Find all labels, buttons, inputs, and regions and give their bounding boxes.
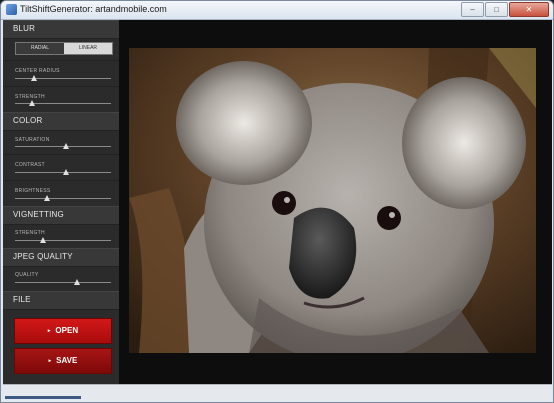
app-window: TiltShiftGenerator: artandmobile.com – □… [0, 0, 554, 403]
settings-panel: BLUR RADIAL LINEAR CENTER RADIUS STRENGT… [3, 20, 120, 384]
quality-slider[interactable] [15, 279, 111, 286]
koala-right-ear [402, 77, 526, 209]
section-blur-title: BLUR [13, 24, 36, 33]
window-title: TiltShiftGenerator: artandmobile.com [20, 4, 167, 14]
status-indicator [5, 396, 81, 399]
koala-photo [129, 48, 536, 353]
section-file: FILE [3, 291, 119, 310]
status-bar [3, 384, 552, 401]
center-radius-slider[interactable] [15, 75, 111, 82]
save-button-label: SAVE [56, 356, 78, 365]
vignetting-strength-label: STRENGTH [15, 230, 45, 236]
section-jpeg-quality-title: JPEG QUALITY [13, 252, 73, 261]
slider-track [15, 198, 111, 199]
preview-area [119, 20, 552, 384]
section-color-title: COLOR [13, 116, 43, 125]
open-button[interactable]: ▸ OPEN [14, 318, 112, 344]
koala-right-eye [377, 206, 401, 230]
koala-left-eye [272, 191, 296, 215]
save-button[interactable]: ▸ SAVE [14, 348, 112, 374]
section-color: COLOR [3, 112, 119, 131]
eye-highlight [284, 197, 290, 203]
divider [3, 154, 119, 155]
quality-label: QUALITY [15, 272, 39, 278]
window-controls: – □ ✕ [460, 2, 549, 17]
arrow-right-icon: ▸ [47, 328, 51, 334]
title-bar[interactable]: TiltShiftGenerator: artandmobile.com – □… [1, 1, 553, 20]
slider-thumb[interactable] [62, 169, 69, 175]
slider-thumb[interactable] [74, 279, 81, 285]
close-button[interactable]: ✕ [509, 2, 549, 17]
maximize-button[interactable]: □ [485, 2, 508, 17]
section-vignetting: VIGNETTING [3, 206, 119, 225]
slider-thumb[interactable] [62, 143, 69, 149]
slider-thumb[interactable] [43, 195, 50, 201]
arrow-right-icon: ▸ [48, 358, 52, 364]
saturation-slider[interactable] [15, 143, 111, 150]
vignetting-strength-slider[interactable] [15, 237, 111, 244]
contrast-slider[interactable] [15, 169, 111, 176]
blur-mode-linear[interactable]: LINEAR [64, 43, 112, 54]
app-icon [6, 4, 17, 15]
section-blur: BLUR [3, 20, 119, 39]
section-vignetting-title: VIGNETTING [13, 210, 64, 219]
divider [3, 180, 119, 181]
app-client-area: BLUR RADIAL LINEAR CENTER RADIUS STRENGT… [3, 20, 552, 401]
divider [3, 60, 119, 61]
blur-mode-toggle: RADIAL LINEAR [15, 42, 113, 55]
blur-mode-radial[interactable]: RADIAL [16, 43, 64, 54]
blur-strength-slider[interactable] [15, 100, 111, 107]
slider-track [15, 282, 111, 283]
minimize-button[interactable]: – [461, 2, 484, 17]
brightness-label: BRIGHTNESS [15, 188, 51, 194]
slider-thumb[interactable] [29, 100, 36, 106]
center-radius-label: CENTER RADIUS [15, 68, 60, 74]
section-file-title: FILE [13, 295, 31, 304]
slider-track [15, 78, 111, 79]
contrast-label: CONTRAST [15, 162, 45, 168]
slider-thumb[interactable] [31, 75, 38, 81]
divider [3, 86, 119, 87]
section-jpeg-quality: JPEG QUALITY [3, 248, 119, 267]
open-button-label: OPEN [55, 326, 79, 335]
eye-highlight [389, 212, 395, 218]
brightness-slider[interactable] [15, 195, 111, 202]
slider-track [15, 240, 111, 241]
koala-left-ear [176, 61, 312, 185]
slider-thumb[interactable] [39, 237, 46, 243]
